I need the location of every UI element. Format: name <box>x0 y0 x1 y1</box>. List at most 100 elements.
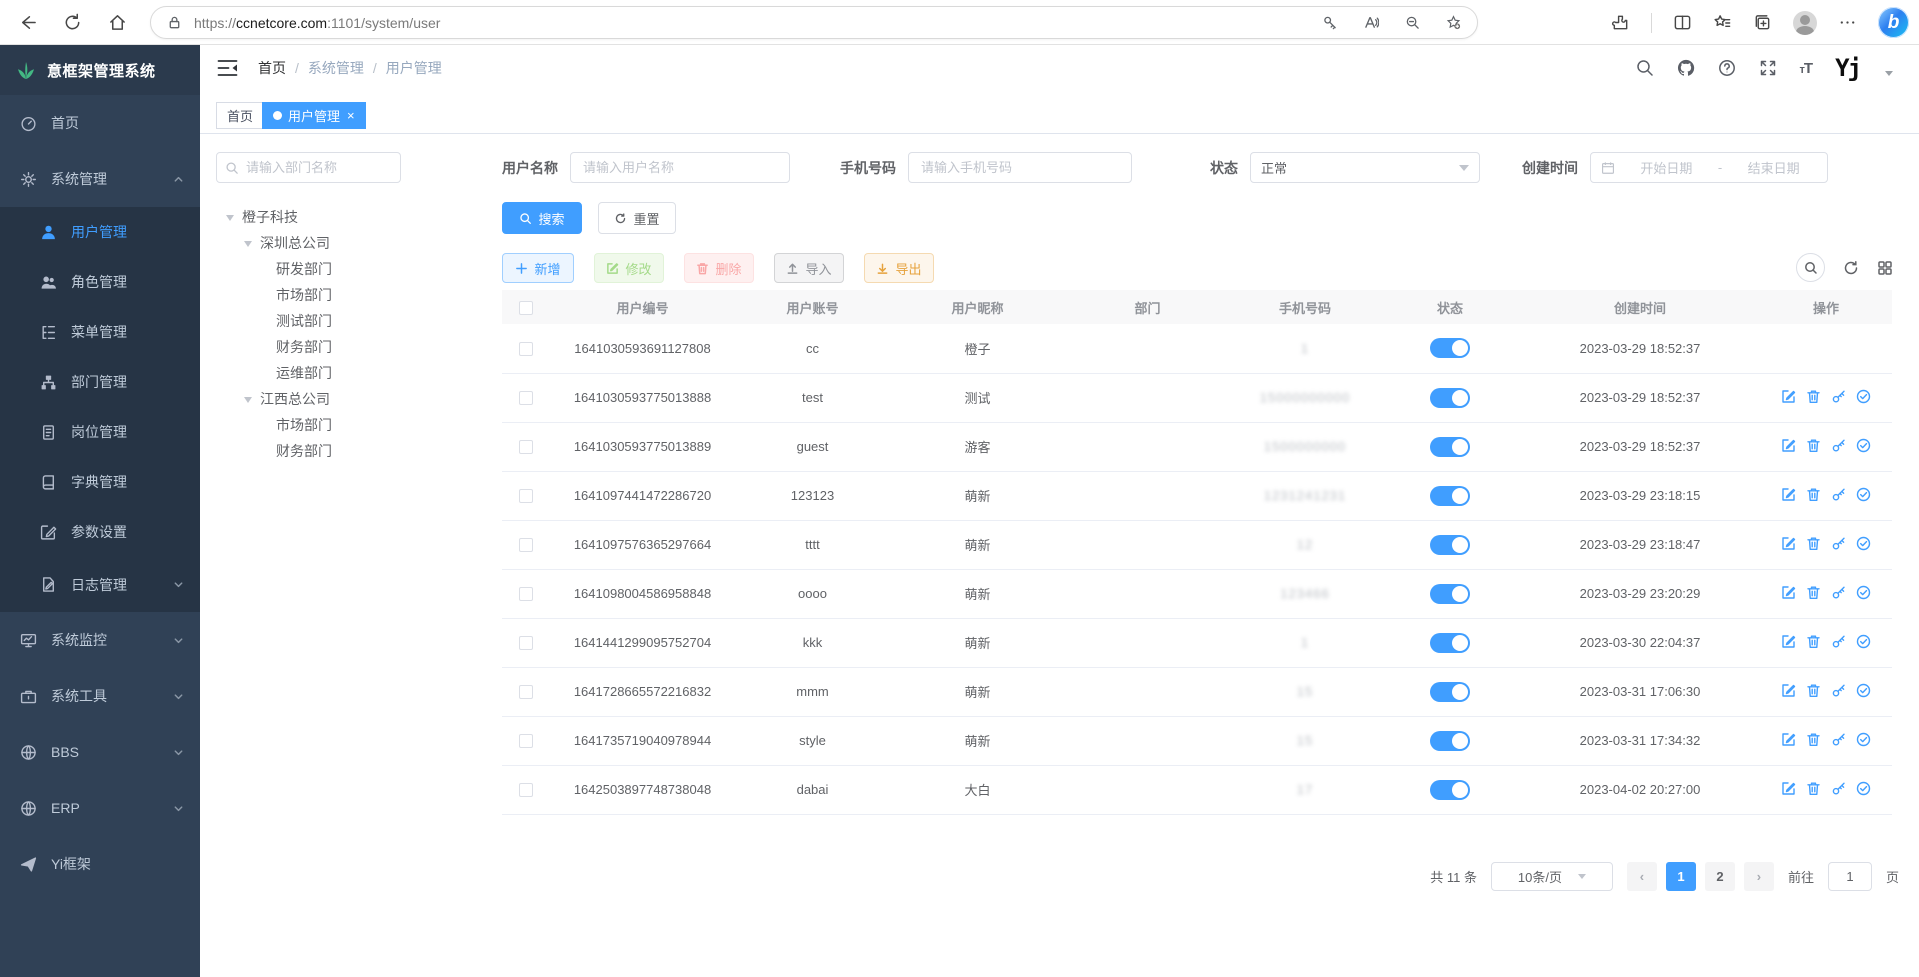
favorites-bar-icon[interactable] <box>1713 13 1732 32</box>
assign-role-icon[interactable] <box>1856 634 1871 649</box>
browser-refresh-icon[interactable] <box>63 13 82 32</box>
reset-password-icon[interactable] <box>1831 732 1846 747</box>
breadcrumb-system[interactable]: 系统管理 <box>308 58 364 78</box>
sidebar-item-system-mgmt[interactable]: 系统管理 <box>0 151 200 207</box>
reset-password-icon[interactable] <box>1831 389 1846 404</box>
tree-node-dept[interactable]: 财务部门 <box>216 438 416 464</box>
export-button[interactable]: 导出 <box>864 253 934 283</box>
sidebar-item-param-settings[interactable]: 参数设置 <box>0 507 200 557</box>
search-button[interactable]: 搜索 <box>502 202 582 234</box>
reset-password-icon[interactable] <box>1831 781 1846 796</box>
tree-node-dept[interactable]: 市场部门 <box>216 412 416 438</box>
sidebar-item-erp[interactable]: ERP <box>0 780 200 836</box>
status-toggle[interactable] <box>1430 731 1470 751</box>
delete-row-icon[interactable] <box>1806 781 1821 796</box>
sidebar-item-dict-mgmt[interactable]: 字典管理 <box>0 457 200 507</box>
edit-row-icon[interactable] <box>1781 585 1796 600</box>
add-favorite-icon[interactable] <box>1446 15 1461 30</box>
user-brand-logo[interactable]: Yj <box>1835 54 1860 82</box>
delete-button[interactable]: 删除 <box>684 253 754 283</box>
sidebar-item-yi-framework[interactable]: Yi框架 <box>0 836 200 892</box>
tree-node-dept[interactable]: 市场部门 <box>216 282 416 308</box>
assign-role-icon[interactable] <box>1856 487 1871 502</box>
row-checkbox[interactable] <box>519 587 533 601</box>
sidebar-item-role-mgmt[interactable]: 角色管理 <box>0 257 200 307</box>
assign-role-icon[interactable] <box>1856 781 1871 796</box>
page-size-select[interactable]: 10条/页 <box>1491 862 1613 891</box>
status-toggle[interactable] <box>1430 584 1470 604</box>
refresh-table-icon[interactable] <box>1843 260 1859 276</box>
reset-password-icon[interactable] <box>1831 634 1846 649</box>
status-toggle[interactable] <box>1430 535 1470 555</box>
delete-row-icon[interactable] <box>1806 487 1821 502</box>
page-button-2[interactable]: 2 <box>1705 862 1735 891</box>
sidebar-item-dept-mgmt[interactable]: 部门管理 <box>0 357 200 407</box>
tab-user-mgmt[interactable]: 用户管理 × <box>262 102 366 129</box>
add-button[interactable]: 新增 <box>502 253 574 283</box>
browser-settings-icon[interactable] <box>1838 13 1857 32</box>
sidebar-item-user-mgmt[interactable]: 用户管理 <box>0 207 200 257</box>
copilot-bing-icon[interactable]: b <box>1878 7 1909 38</box>
edit-row-icon[interactable] <box>1781 487 1796 502</box>
sidebar-item-menu-mgmt[interactable]: 菜单管理 <box>0 307 200 357</box>
tree-node-dept[interactable]: 运维部门 <box>216 360 416 386</box>
delete-row-icon[interactable] <box>1806 683 1821 698</box>
tree-node-branch[interactable]: 深圳总公司 <box>216 230 416 256</box>
row-checkbox[interactable] <box>519 685 533 699</box>
delete-row-icon[interactable] <box>1806 438 1821 453</box>
status-toggle[interactable] <box>1430 780 1470 800</box>
page-button-1[interactable]: 1 <box>1666 862 1696 891</box>
tree-node-company[interactable]: 橙子科技 <box>216 204 416 230</box>
lock-icon[interactable] <box>167 15 182 30</box>
prev-page-button[interactable]: ‹ <box>1627 862 1657 891</box>
search-icon[interactable] <box>1636 59 1654 77</box>
sidebar-item-system-tools[interactable]: 系统工具 <box>0 668 200 724</box>
assign-role-icon[interactable] <box>1856 683 1871 698</box>
breadcrumb-home[interactable]: 首页 <box>258 58 286 78</box>
import-button[interactable]: 导入 <box>774 253 844 283</box>
next-page-button[interactable]: › <box>1744 862 1774 891</box>
row-checkbox[interactable] <box>519 342 533 356</box>
sidebar-item-post-mgmt[interactable]: 岗位管理 <box>0 407 200 457</box>
status-toggle[interactable] <box>1430 388 1470 408</box>
username-input[interactable] <box>570 152 790 183</box>
browser-back-icon[interactable] <box>18 13 37 32</box>
sidebar-item-log-mgmt[interactable]: 日志管理 <box>0 557 200 612</box>
edit-row-icon[interactable] <box>1781 732 1796 747</box>
delete-row-icon[interactable] <box>1806 536 1821 551</box>
app-logo[interactable]: 意框架管理系统 <box>0 45 200 95</box>
browser-profile-avatar[interactable] <box>1793 11 1817 35</box>
row-checkbox[interactable] <box>519 734 533 748</box>
column-settings-icon[interactable] <box>1877 260 1893 276</box>
help-icon[interactable] <box>1718 59 1736 77</box>
toggle-search-button[interactable] <box>1796 253 1825 282</box>
edit-row-icon[interactable] <box>1781 536 1796 551</box>
caret-down-icon[interactable] <box>226 215 234 225</box>
extensions-icon[interactable] <box>1611 13 1630 32</box>
edit-row-icon[interactable] <box>1781 438 1796 453</box>
fullscreen-icon[interactable] <box>1759 59 1777 77</box>
tree-node-dept[interactable]: 研发部门 <box>216 256 416 282</box>
row-checkbox[interactable] <box>519 391 533 405</box>
assign-role-icon[interactable] <box>1856 585 1871 600</box>
assign-role-icon[interactable] <box>1856 389 1871 404</box>
delete-row-icon[interactable] <box>1806 585 1821 600</box>
password-key-icon[interactable] <box>1323 15 1338 30</box>
delete-row-icon[interactable] <box>1806 389 1821 404</box>
caret-down-icon[interactable] <box>1885 71 1893 80</box>
edit-button[interactable]: 修改 <box>594 253 664 283</box>
row-checkbox[interactable] <box>519 636 533 650</box>
edit-row-icon[interactable] <box>1781 781 1796 796</box>
reset-password-icon[interactable] <box>1831 438 1846 453</box>
caret-down-icon[interactable] <box>244 241 252 251</box>
delete-row-icon[interactable] <box>1806 732 1821 747</box>
status-select[interactable]: 正常 <box>1250 152 1480 183</box>
row-checkbox[interactable] <box>519 783 533 797</box>
address-bar[interactable]: https://ccnetcore.com:1101/system/user <box>150 6 1478 39</box>
goto-page-input[interactable] <box>1828 862 1872 891</box>
status-toggle[interactable] <box>1430 682 1470 702</box>
sidebar-collapse-icon[interactable] <box>217 59 238 77</box>
zoom-out-icon[interactable] <box>1405 15 1420 30</box>
reset-password-icon[interactable] <box>1831 536 1846 551</box>
close-tab-icon[interactable]: × <box>347 108 355 123</box>
